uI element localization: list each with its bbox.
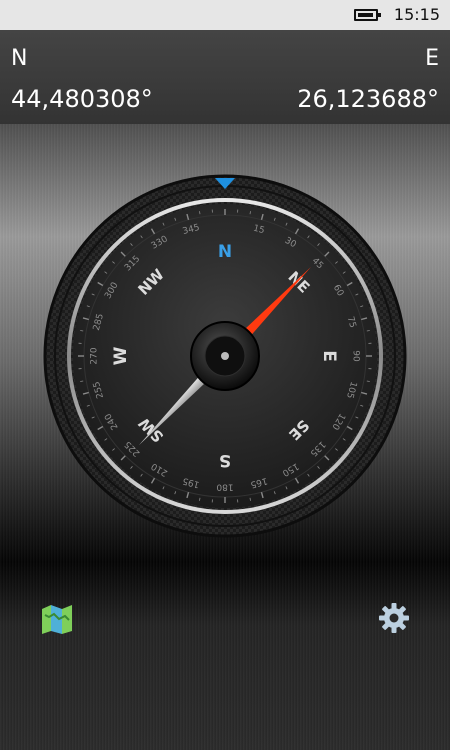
degree-label: 90 <box>351 350 361 362</box>
tick-mark <box>249 211 251 215</box>
tick-mark <box>80 330 84 332</box>
cardinal-label-w: W <box>111 346 131 365</box>
status-bar: 15:15 <box>0 0 450 30</box>
tick-mark <box>366 380 370 382</box>
tick-mark <box>199 497 201 501</box>
battery-level <box>358 13 373 17</box>
gear-icon <box>379 603 409 633</box>
battery-icon <box>354 9 381 21</box>
latitude-value: 44,480308° <box>11 85 153 113</box>
tick-mark <box>80 380 84 382</box>
degree-label: 270 <box>90 347 100 364</box>
degree-label: 180 <box>216 482 233 492</box>
map-icon <box>42 605 72 634</box>
map-button[interactable] <box>40 603 74 635</box>
tick-mark <box>366 330 370 332</box>
compass-pivot <box>221 352 229 360</box>
cardinal-label-n: N <box>218 242 232 262</box>
cardinal-label-s: S <box>219 450 231 470</box>
longitude-label: E <box>425 46 439 71</box>
settings-button[interactable] <box>378 602 410 634</box>
longitude-value: 26,123688° <box>297 85 439 113</box>
coordinates-panel: N E 44,480308° 26,123688° <box>0 30 450 124</box>
tick-mark <box>249 497 251 501</box>
cardinal-label-e: E <box>319 350 339 362</box>
tick-mark <box>199 211 201 215</box>
clock: 15:15 <box>393 5 440 24</box>
latitude-label: N <box>11 46 28 71</box>
compass: 1530456075901051201351501651801952102252… <box>43 174 407 538</box>
